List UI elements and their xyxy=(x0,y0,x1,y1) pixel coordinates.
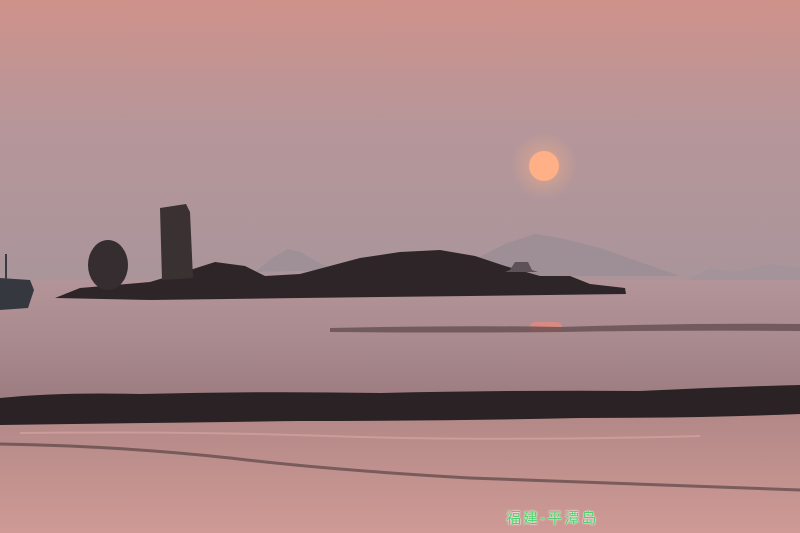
sky xyxy=(0,0,800,285)
sun xyxy=(529,151,559,181)
sunset-photo: 福建-平潭岛 xyxy=(0,0,800,533)
boat-left xyxy=(0,278,34,310)
round-boulder xyxy=(88,240,128,290)
photo-caption: 福建-平潭岛 xyxy=(506,509,599,527)
scene-svg xyxy=(0,0,800,533)
tall-standing-stone xyxy=(160,204,193,280)
